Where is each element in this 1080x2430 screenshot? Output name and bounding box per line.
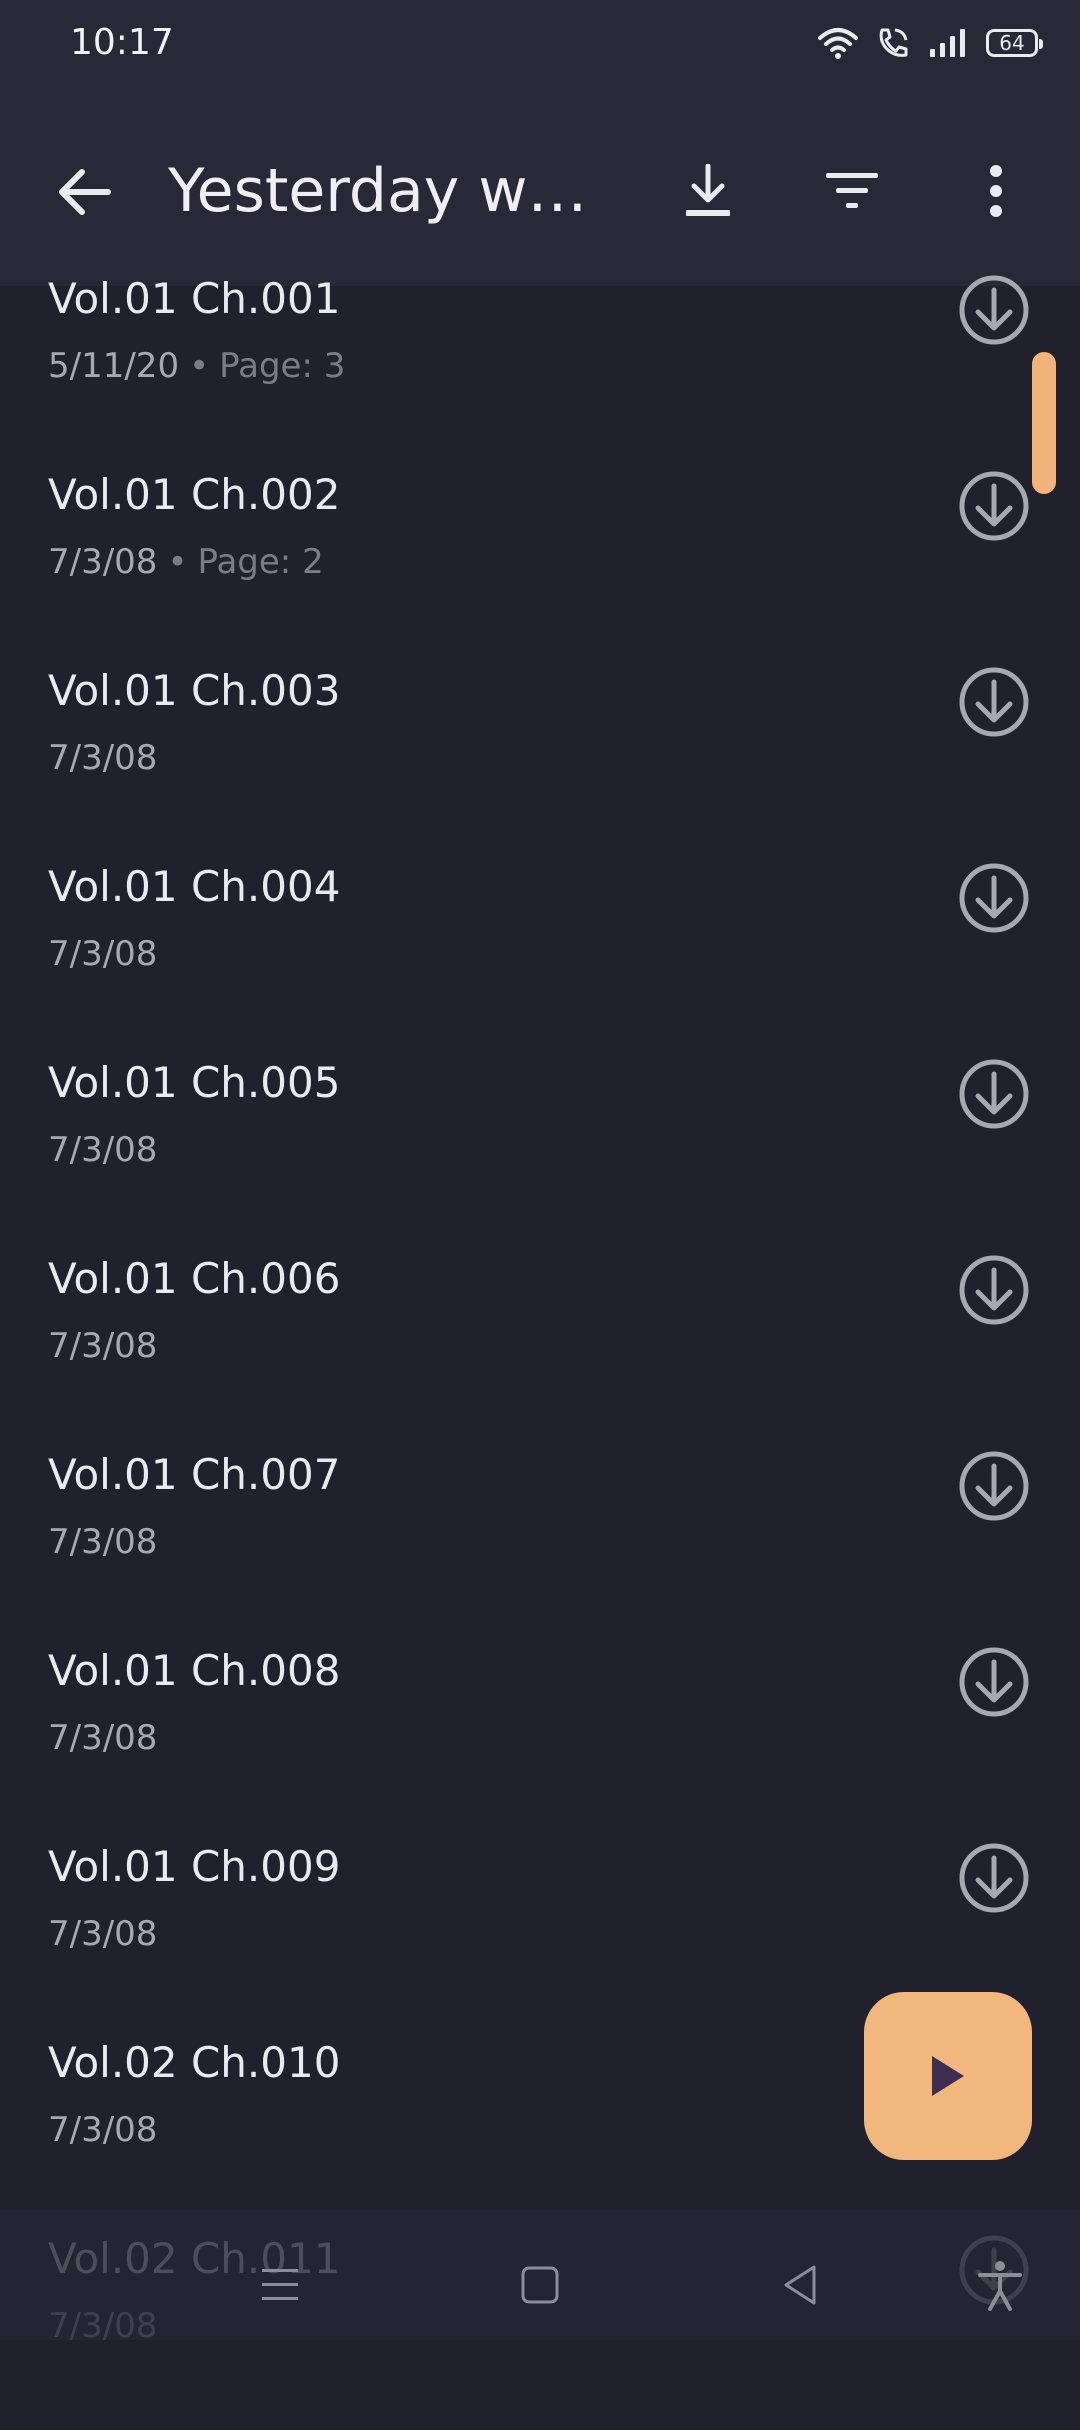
download-chapter-icon[interactable] [958,470,1030,542]
chapter-meta: 7/3/08 • Page: 2 [48,542,324,582]
chapter-title: Vol.01 Ch.003 [48,666,341,715]
app-bar: Yesterday w… [0,96,1080,286]
chapter-last-page: Page: 3 [219,346,346,386]
more-options-button[interactable] [961,156,1031,226]
chapter-title: Vol.01 Ch.005 [48,1058,341,1107]
back-button[interactable] [50,158,118,226]
filter-button[interactable] [817,156,887,226]
chapter-row[interactable]: Vol.01 Ch.006 7/3/08 [0,1254,1080,1450]
chapter-row[interactable]: Vol.01 Ch.008 7/3/08 [0,1646,1080,1842]
chapter-title: Vol.01 Ch.006 [48,1254,341,1303]
chapter-meta: 7/3/08 [48,1130,157,1170]
chapter-meta: 7/3/08 [48,1914,157,1954]
play-icon [932,2056,964,2096]
chapter-date: 7/3/08 [48,738,158,778]
status-time: 10:17 [70,22,174,63]
chapter-date: 7/3/08 [48,1326,158,1366]
chapter-date: 7/3/08 [48,1522,158,1562]
download-button[interactable] [673,156,743,226]
system-nav-bar [0,2210,1080,2340]
home-button[interactable] [510,2255,570,2315]
download-chapter-icon[interactable] [958,862,1030,934]
download-chapter-icon[interactable] [958,1450,1030,1522]
wifi-calling-icon [879,28,908,57]
accessibility-button[interactable] [970,2255,1030,2315]
chapter-meta: 7/3/08 [48,934,157,974]
chapter-title: Vol.01 Ch.008 [48,1646,341,1695]
chapter-title: Vol.02 Ch.010 [48,2038,341,2087]
back-triangle-icon [784,2265,816,2305]
battery-icon: 64 [986,29,1043,57]
chapter-title: Vol.01 Ch.009 [48,1842,341,1891]
chapter-date: 7/3/08 [48,1914,158,1954]
chapter-date: 7/3/08 [48,1130,158,1170]
chapter-date: 7/3/08 [48,934,158,974]
chapter-date: 7/3/08 [48,542,158,582]
battery-level: 64 [999,31,1025,55]
chapter-meta: 7/3/08 [48,1326,157,1366]
chapter-date: 7/3/08 [48,1718,158,1758]
arrow-back-icon [59,169,111,215]
meta-separator: • [189,346,210,386]
chapter-row[interactable]: Vol.01 Ch.003 7/3/08 [0,666,1080,862]
chapter-meta: 7/3/08 [48,2110,157,2150]
recents-button[interactable] [250,2255,310,2315]
chapter-date: 5/11/20 [48,346,180,386]
status-bar: 10:17 64 [0,0,1080,96]
chapter-meta: 5/11/20 • Page: 3 [48,346,345,386]
home-square-icon [521,2266,559,2304]
chapter-date: 7/3/08 [48,2110,158,2150]
more-vert-icon [990,165,1002,217]
chapter-row[interactable]: Vol.01 Ch.007 7/3/08 [0,1450,1080,1646]
meta-separator: • [167,542,188,582]
back-nav-button[interactable] [770,2255,830,2315]
download-chapter-icon[interactable] [958,1254,1030,1326]
scrollbar-thumb[interactable] [1032,352,1056,494]
chapter-last-page: Page: 2 [197,542,324,582]
download-chapter-icon[interactable] [958,1646,1030,1718]
chapter-row[interactable]: Vol.01 Ch.001 5/11/20 • Page: 3 [0,274,1080,470]
menu-nav-icon [262,2269,298,2300]
chapter-title: Vol.01 Ch.002 [48,470,341,519]
chapter-row[interactable]: Vol.01 Ch.004 7/3/08 [0,862,1080,1058]
download-chapter-icon[interactable] [958,666,1030,738]
signal-icon [930,29,965,57]
filter-icon [826,173,878,208]
download-chapter-icon[interactable] [958,1842,1030,1914]
status-icons: 64 [818,26,1043,60]
page-title: Yesterday w… [168,156,588,226]
chapter-row[interactable]: Vol.01 Ch.002 7/3/08 • Page: 2 [0,470,1080,666]
chapter-meta: 7/3/08 [48,1718,157,1758]
accessibility-icon [978,2261,1022,2311]
chapter-meta: 7/3/08 [48,1522,157,1562]
chapter-title: Vol.01 Ch.001 [48,274,341,323]
download-chapter-icon[interactable] [958,274,1030,346]
chapter-row[interactable]: Vol.01 Ch.005 7/3/08 [0,1058,1080,1254]
download-icon [686,164,730,216]
chapter-title: Vol.01 Ch.007 [48,1450,341,1499]
wifi-icon [818,28,858,59]
download-chapter-icon[interactable] [958,1058,1030,1130]
chapter-meta: 7/3/08 [48,738,157,778]
chapter-title: Vol.01 Ch.004 [48,862,341,911]
resume-reading-button[interactable] [864,1992,1032,2160]
